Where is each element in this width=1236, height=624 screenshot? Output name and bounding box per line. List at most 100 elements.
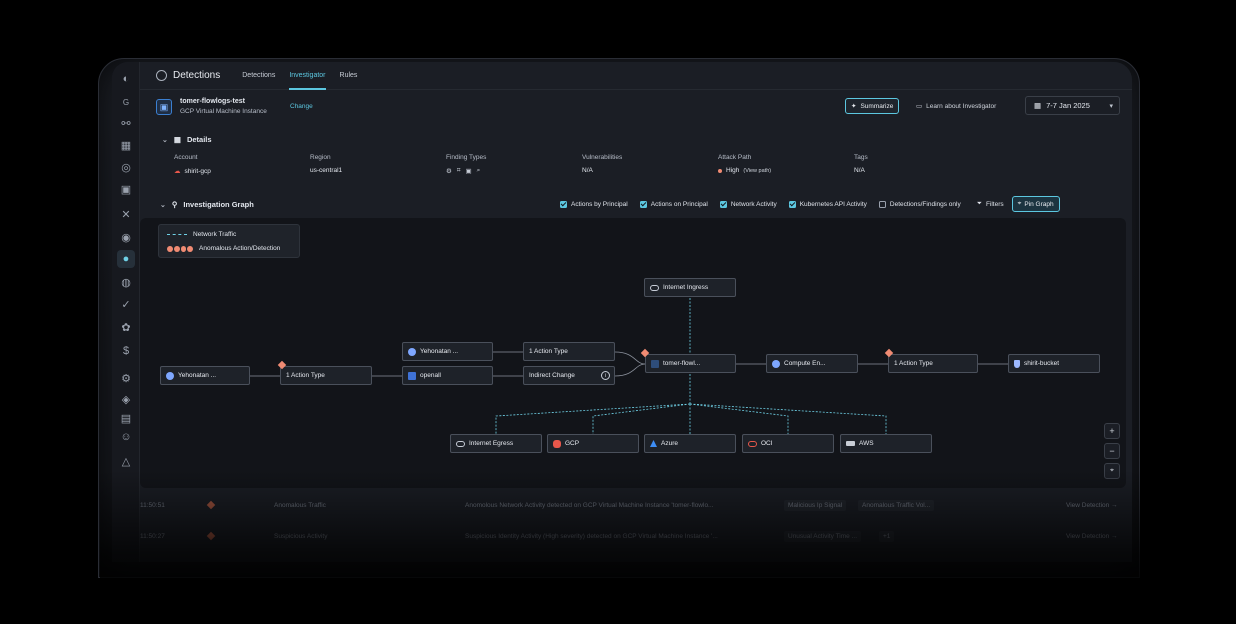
zoom-in-button[interactable]: + xyxy=(1104,423,1120,439)
view-detection-link[interactable]: View Detection → xyxy=(1066,502,1118,509)
radar-icon[interactable]: ◍ xyxy=(117,273,135,291)
node-action-type[interactable]: 1 Action Type xyxy=(280,366,372,385)
dollar-icon[interactable]: $ xyxy=(117,342,135,360)
finding-type-icon[interactable]: ⚙ xyxy=(446,167,452,175)
filter-actions-by-principal[interactable]: Actions by Principal xyxy=(560,200,628,208)
node-action-type[interactable]: 1 Action Type xyxy=(888,354,978,373)
node-vm-instance[interactable]: tomer-flowl... xyxy=(645,354,736,373)
detail-value: N/A xyxy=(582,167,593,174)
summarize-button[interactable]: ✦ Summarize xyxy=(845,98,900,114)
node-oci[interactable]: OCI xyxy=(742,434,834,453)
fit-view-icon[interactable]: ⌖ xyxy=(1104,463,1120,479)
checkbox-checked[interactable] xyxy=(639,200,647,208)
event-time: 11:50:51 xyxy=(140,501,165,509)
pin-graph-button[interactable]: ⌖ Pin Graph xyxy=(1011,196,1060,212)
gear-icon[interactable]: ⚙ xyxy=(117,369,135,387)
detail-finding-types: Finding Types ⚙ ⌗ ▣ ⌕ xyxy=(446,154,486,175)
details-header[interactable]: ⌄ ▦ Details xyxy=(162,135,212,144)
detections-icon[interactable]: ● xyxy=(117,250,135,268)
filters-label: Filters xyxy=(985,200,1004,208)
chevron-down-icon: ▾ xyxy=(1109,102,1113,110)
event-time: 11:50:27 xyxy=(140,532,165,540)
checkbox-checked[interactable] xyxy=(560,200,567,208)
detail-region: Region us-central1 xyxy=(310,154,342,174)
detail-label: Finding Types xyxy=(446,154,487,161)
graph-title: Investigation Graph xyxy=(183,200,254,209)
node-aws[interactable]: AWS xyxy=(840,434,932,453)
shield-icon[interactable]: ◎ xyxy=(117,158,135,176)
filter-label: Detections/Findings only xyxy=(889,200,961,208)
map-icon[interactable]: ▦ xyxy=(117,136,135,154)
node-internet-ingress[interactable]: Internet Ingress xyxy=(644,278,736,297)
gcp-cloud-icon: ☁ xyxy=(174,168,181,175)
tab-detections[interactable]: Detections xyxy=(242,62,275,90)
monitor-icon[interactable]: ▣ xyxy=(117,180,135,198)
funnel-icon: ⏷ xyxy=(976,200,982,207)
node-compute-engine[interactable]: Compute En... xyxy=(766,354,858,373)
view-detection-link[interactable]: View Detection → xyxy=(1066,533,1118,540)
filter-label: Actions on Principal xyxy=(650,200,708,208)
finding-type-icon[interactable]: ⌕ xyxy=(477,167,481,175)
checkbox-unchecked[interactable] xyxy=(878,200,886,208)
tab-investigator[interactable]: Investigator xyxy=(289,62,326,90)
node-principal[interactable]: Yehonatan ... xyxy=(402,342,493,361)
g-icon[interactable]: G xyxy=(117,93,135,111)
azure-icon xyxy=(650,440,657,447)
alert-icon[interactable]: △ xyxy=(117,452,135,470)
tab-rules[interactable]: Rules xyxy=(340,62,358,90)
logo-icon[interactable]: ◐ xyxy=(117,70,135,88)
filter-actions-on-principal[interactable]: Actions on Principal xyxy=(639,200,708,208)
node-gcp[interactable]: GCP xyxy=(547,434,639,453)
filter-detections-only[interactable]: Detections/Findings only xyxy=(878,200,961,208)
finding-type-icon[interactable]: ▣ xyxy=(466,167,472,175)
resource-header: ▣ tomer-flowlogs-test GCP Virtual Machin… xyxy=(140,90,1132,126)
filters-button[interactable]: ⏷ Filters xyxy=(977,200,1004,208)
finding-type-icon[interactable]: ⌗ xyxy=(457,167,461,175)
filter-kubernetes-api[interactable]: Kubernetes API Activity xyxy=(788,200,867,208)
graph-header[interactable]: ⌄ ⚲ Investigation Graph xyxy=(160,200,254,209)
filter-network-activity[interactable]: Network Activity xyxy=(719,200,777,208)
detail-label: Tags xyxy=(854,154,868,161)
event-row[interactable]: 11:50:51 Anomalous Traffic Anomolous Net… xyxy=(140,494,1132,516)
node-bucket[interactable]: shirit-bucket xyxy=(1008,354,1100,373)
event-tag: Anomalous Traffic Vol... xyxy=(858,499,935,511)
detail-attack-path: Attack Path High (View path) xyxy=(718,154,771,174)
checkbox-checked[interactable] xyxy=(788,200,796,208)
event-description: Anomolous Network Activity detected on G… xyxy=(465,501,714,509)
node-principal[interactable]: Yehonatan ... xyxy=(160,366,250,385)
event-row[interactable]: 11:50:27 Suspicious Activity Suspicious … xyxy=(140,525,1132,547)
checkbox-checked[interactable] xyxy=(719,200,727,208)
info-icon[interactable]: i xyxy=(601,371,610,380)
calendar-icon: ▦ xyxy=(1034,101,1042,110)
event-type: Suspicious Activity xyxy=(274,532,328,540)
chevron-down-icon: ⌄ xyxy=(162,136,168,144)
graph-canvas[interactable]: Network Traffic Anomalous Action/Detecti… xyxy=(140,218,1126,488)
learn-link[interactable]: ▭ Learn about Investigator xyxy=(916,98,996,114)
summarize-label: Summarize xyxy=(860,102,894,110)
camera-icon[interactable]: ▤ xyxy=(117,409,135,427)
event-description: Suspicious Identity Activity (High sever… xyxy=(465,532,718,540)
node-label: openall xyxy=(420,372,441,379)
detections-logo-icon xyxy=(156,70,167,81)
node-indirect-change[interactable]: Indirect Change i xyxy=(523,366,615,385)
date-range-value: 7-7 Jan 2025 xyxy=(1046,101,1090,110)
node-azure[interactable]: Azure xyxy=(644,434,736,453)
target-icon[interactable]: ◉ xyxy=(117,228,135,246)
node-action-type[interactable]: 1 Action Type xyxy=(523,342,615,361)
node-internet-egress[interactable]: Internet Egress xyxy=(450,434,542,453)
change-link[interactable]: Change xyxy=(290,103,313,110)
check-icon[interactable]: ✓ xyxy=(117,295,135,313)
connections-icon[interactable]: ⚯ xyxy=(117,114,135,132)
puzzle-icon[interactable]: ◈ xyxy=(117,390,135,408)
users-icon[interactable]: ☺ xyxy=(117,428,135,446)
node-label: GCP xyxy=(565,440,580,447)
filter-label: Kubernetes API Activity xyxy=(799,200,867,208)
bug-icon[interactable]: ✿ xyxy=(117,318,135,336)
oci-icon xyxy=(748,440,757,447)
left-rail: ◐ G ⚯ ▦ ◎ ▣ ✕ ◉ ● ◍ ✓ ✿ $ ⚙ ◈ ▤ ☺ △ xyxy=(112,62,140,562)
node-openall[interactable]: openall xyxy=(402,366,493,385)
close-icon[interactable]: ✕ xyxy=(117,205,135,223)
zoom-out-button[interactable]: − xyxy=(1104,443,1120,459)
date-range-picker[interactable]: ▦ 7-7 Jan 2025 ▾ xyxy=(1025,96,1120,115)
view-path-link[interactable]: (View path) xyxy=(743,168,771,174)
